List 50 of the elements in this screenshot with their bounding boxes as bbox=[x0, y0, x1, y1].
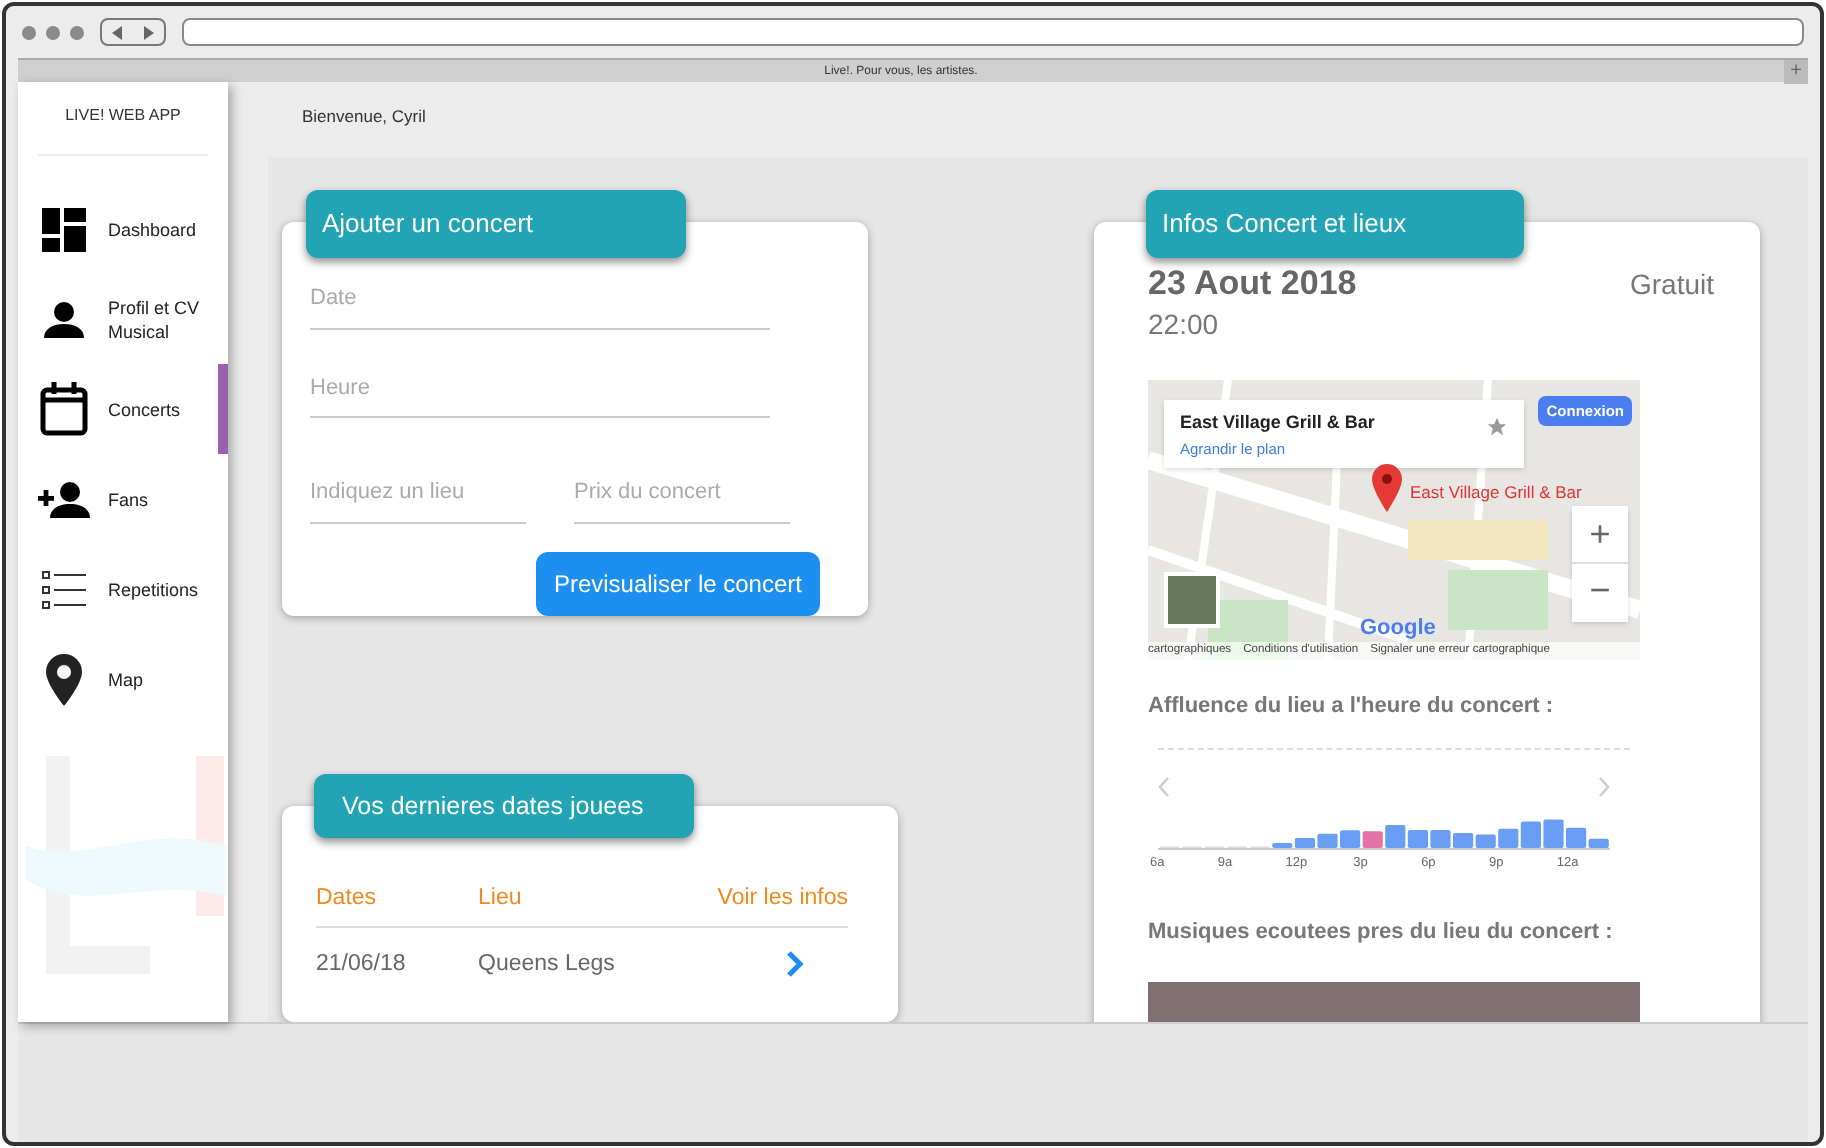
app-title: LIVE! WEB APP bbox=[38, 82, 208, 156]
sidebar-item[interactable]: Dashboard bbox=[18, 184, 228, 274]
sidebar-item[interactable]: Map bbox=[18, 634, 228, 724]
input-field[interactable]: Prix du concert bbox=[574, 476, 790, 523]
sidebar-item[interactable]: Concerts bbox=[18, 364, 228, 454]
card-title: Vos dernieres dates jouees bbox=[314, 773, 694, 839]
concert-price: Gratuit bbox=[1629, 266, 1714, 304]
concert-time: 22:00 bbox=[1148, 306, 1221, 344]
dashboard-icon bbox=[42, 207, 86, 251]
music-title: Musiques ecoutees pres du lieu du concert : bbox=[1148, 918, 1615, 949]
place-name: East Village Grill & Bar bbox=[1180, 410, 1377, 436]
table-cell-text: 21/06/18 bbox=[316, 949, 408, 980]
satellite-thumbnail[interactable] bbox=[1164, 572, 1220, 628]
concert-date: 23 Aout 2018 bbox=[1148, 264, 1357, 304]
sidebar-label: Map bbox=[108, 667, 146, 691]
sidebar-label: Fans bbox=[108, 487, 151, 511]
sidebar-label: Dashboard bbox=[108, 217, 199, 241]
table-cell-text: Queens Legs bbox=[478, 949, 617, 980]
chevron-left-icon[interactable] bbox=[1158, 775, 1170, 797]
back-forward-buttons[interactable] bbox=[100, 18, 166, 46]
add-person-icon bbox=[38, 481, 90, 517]
column-header: Dates bbox=[316, 883, 379, 913]
zoom-out-button[interactable]: − bbox=[1572, 562, 1628, 616]
card-title: Infos Concert et lieux bbox=[1146, 190, 1524, 257]
sidebar-label: Profil et CV Musical bbox=[108, 295, 200, 343]
map-logo: Google bbox=[1360, 614, 1436, 643]
map-pin-icon bbox=[46, 653, 82, 705]
chevron-right-icon[interactable] bbox=[1598, 775, 1610, 797]
greeting: Bienvenue, Cyril bbox=[300, 104, 428, 130]
input-field[interactable]: Date bbox=[310, 282, 770, 329]
address-field[interactable] bbox=[182, 18, 1804, 46]
affluence-title: Affluence du lieu a l'heure du concert : bbox=[1148, 692, 1555, 722]
sidebar-item[interactable]: Profil et CV Musical bbox=[18, 274, 228, 364]
card-title: Ajouter un concert bbox=[306, 190, 686, 257]
map-marker-icon bbox=[1372, 464, 1402, 512]
marker-label: East Village Grill & Bar bbox=[1410, 480, 1582, 506]
sidebar-label: Repetitions bbox=[108, 577, 200, 601]
star-icon[interactable] bbox=[1486, 416, 1508, 438]
input-field[interactable]: Indiquez un lieu bbox=[310, 476, 526, 523]
input-field[interactable]: Heure bbox=[310, 371, 770, 418]
chevron-right-icon[interactable] bbox=[786, 950, 804, 979]
zoom-in-button[interactable]: + bbox=[1589, 506, 1611, 562]
column-header: Voir les infos bbox=[715, 883, 848, 913]
sidebar-item[interactable]: Repetitions bbox=[18, 544, 228, 634]
list-icon bbox=[42, 569, 86, 609]
person-icon bbox=[44, 301, 84, 337]
column-header: Lieu bbox=[478, 883, 524, 913]
calendar-icon bbox=[40, 382, 88, 436]
sidebar-label: Concerts bbox=[108, 397, 183, 421]
sidebar-item[interactable]: Fans bbox=[18, 454, 228, 544]
